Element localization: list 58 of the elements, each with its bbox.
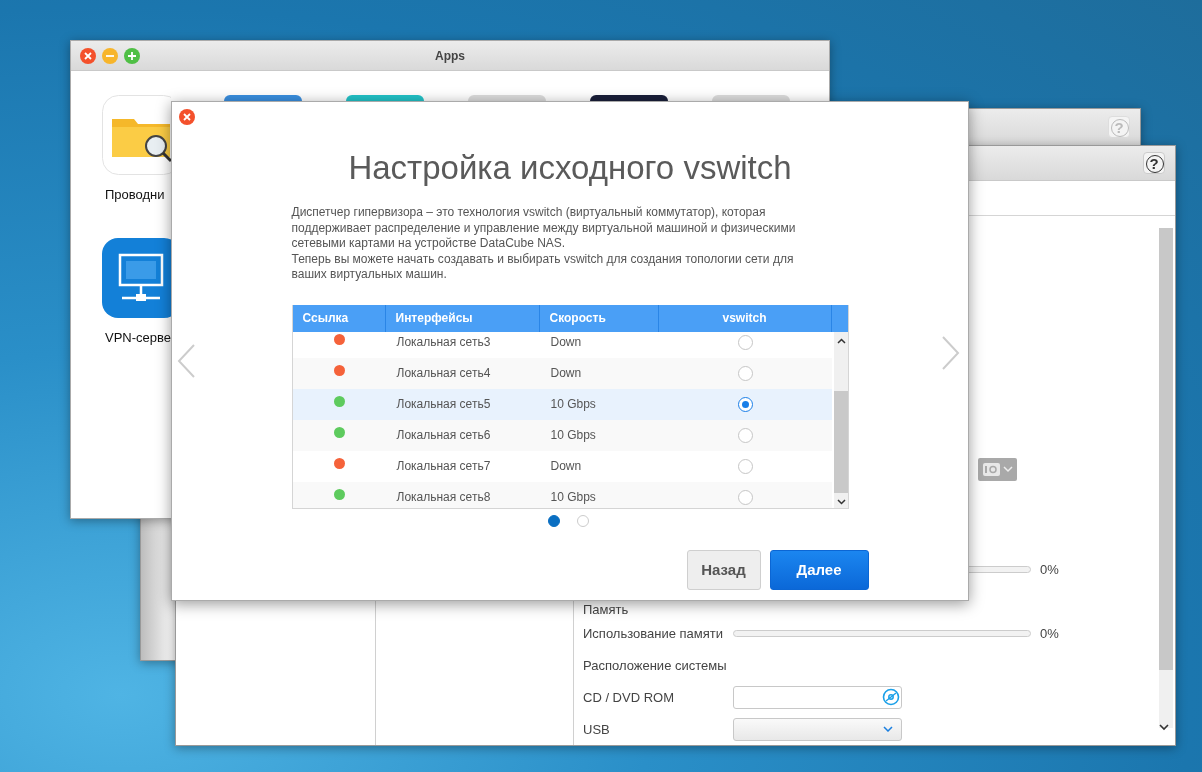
help-button[interactable]: ? xyxy=(1143,152,1165,174)
chevron-left-icon[interactable] xyxy=(176,343,196,379)
dialog-title: Настройка исходного vswitch xyxy=(347,148,793,188)
usage-percent: 0% xyxy=(1040,561,1059,577)
setting-label: Использование памяти xyxy=(583,625,724,641)
table-cell-text: 10 Gbps xyxy=(549,397,597,412)
app-label[interactable]: Проводни xyxy=(105,187,165,202)
chevron-right-icon[interactable] xyxy=(941,335,961,371)
page-dot[interactable] xyxy=(547,514,560,527)
radio-button[interactable] xyxy=(737,365,753,381)
setting-label: CD / DVD ROM xyxy=(583,689,675,705)
usb-dropdown[interactable] xyxy=(733,717,902,741)
table-cell-text: Down xyxy=(549,335,583,350)
table-cell-text: Локальная сеть5 xyxy=(395,397,492,412)
vpn-monitor-icon[interactable] xyxy=(102,238,171,318)
window-title: Apps xyxy=(435,48,465,63)
usage-percent: 0% xyxy=(1040,625,1059,641)
table-cell-text: Локальная сеть6 xyxy=(395,428,492,443)
image-dropdown[interactable] xyxy=(978,457,1017,481)
app-label[interactable]: VPN-серве xyxy=(105,330,171,345)
table-cell-text: 10 Gbps xyxy=(549,490,597,505)
image-path-field[interactable] xyxy=(733,685,902,709)
scroll-up-icon[interactable] xyxy=(836,337,846,344)
disc-icon[interactable] xyxy=(882,688,900,706)
minimize-icon[interactable] xyxy=(102,48,118,64)
folder-search-icon[interactable] xyxy=(102,95,171,175)
table-row[interactable]: Локальная сеть8 10 Gbps xyxy=(292,481,832,508)
scroll-down-icon[interactable] xyxy=(1159,724,1169,731)
app-icon[interactable] xyxy=(590,95,668,101)
section-label: Расположение системы xyxy=(583,657,727,673)
scrollbar[interactable] xyxy=(833,331,848,508)
next-button[interactable]: Далее xyxy=(769,549,869,590)
table-row[interactable]: Локальная сеть4 Down xyxy=(292,357,832,389)
table-cell-text: Down xyxy=(549,459,583,474)
back-button[interactable]: Назад xyxy=(686,549,761,590)
table-row[interactable]: Локальная сеть5 10 Gbps xyxy=(292,388,832,420)
radio-button[interactable] xyxy=(737,489,753,505)
table-row[interactable]: Локальная сеть6 10 Gbps xyxy=(292,419,832,451)
close-icon[interactable] xyxy=(80,48,96,64)
table-cell-text: 10 Gbps xyxy=(549,428,597,443)
table-cell-text: Down xyxy=(549,366,583,381)
close-icon[interactable] xyxy=(179,109,195,125)
maximize-icon[interactable] xyxy=(124,48,140,64)
description-text: Диспетчер гипервизора – это технология vswitch (виртуальный коммутатор), которая поддерживает распределение и управление между виртуальной машиной и физическими сетевыми картами на устройстве DataCube NAS. xyxy=(291,205,797,252)
scrollbar[interactable] xyxy=(1159,228,1173,728)
radio-button[interactable] xyxy=(737,458,753,474)
section-label: Память xyxy=(583,602,629,617)
radio-button[interactable] xyxy=(737,396,753,412)
table-cell-text: Локальная сеть3 xyxy=(395,335,492,350)
setting-label: USB xyxy=(583,721,611,737)
table-cell-text: Локальная сеть4 xyxy=(395,366,492,381)
chevron-down-icon xyxy=(883,726,893,732)
description-text: Теперь вы можете начать создавать и выбирать vswitch для создания топологии сети для ваших виртуальных машин. xyxy=(291,251,795,283)
radio-button[interactable] xyxy=(737,334,753,350)
radio-button[interactable] xyxy=(737,427,753,443)
scroll-down-icon[interactable] xyxy=(836,498,846,505)
table-cell-text: Локальная сеть7 xyxy=(395,459,492,474)
table-cell-text: Локальная сеть8 xyxy=(395,490,492,505)
